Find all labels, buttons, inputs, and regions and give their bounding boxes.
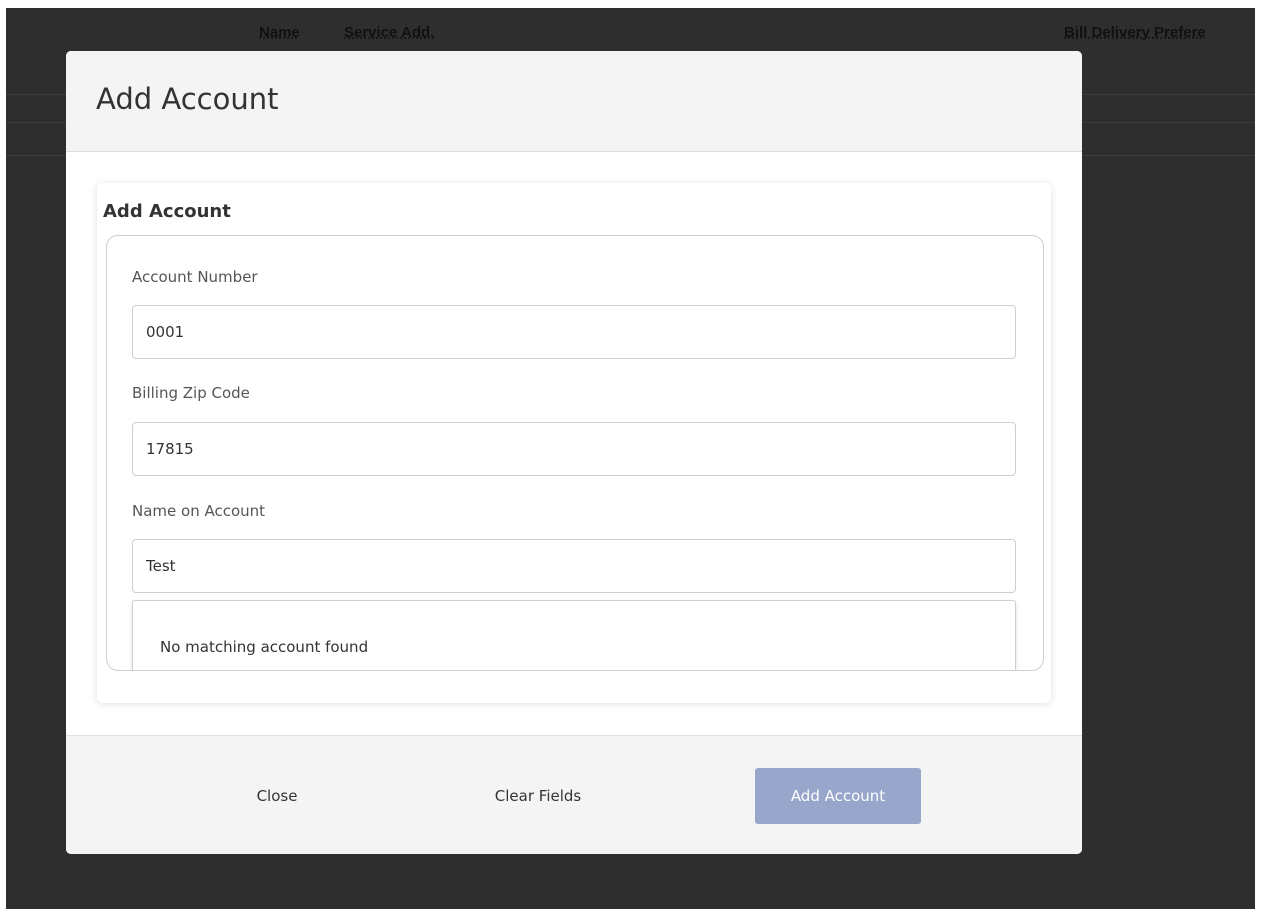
close-button[interactable]: Close <box>227 768 327 824</box>
account-number-label: Account Number <box>132 268 258 286</box>
modal-overlay: Name Service Add. Bill Delivery Prefere … <box>6 8 1255 909</box>
no-match-message: No matching account found <box>160 638 369 656</box>
modal-title: Add Account <box>96 82 279 116</box>
name-on-account-label: Name on Account <box>132 502 266 520</box>
name-on-account-input[interactable] <box>132 539 1016 593</box>
modal-footer: Close Clear Fields Add Account <box>66 735 1082 854</box>
table-header: Name Service Add. Bill Delivery Prefere <box>6 8 1255 56</box>
column-header-service-address[interactable]: Service Add. <box>344 24 434 41</box>
billing-zip-input[interactable] <box>132 422 1016 476</box>
column-header-name[interactable]: Name <box>259 24 300 41</box>
autocomplete-dropdown: No matching account found <box>132 600 1016 670</box>
billing-zip-label: Billing Zip Code <box>132 384 250 402</box>
add-account-button[interactable]: Add Account <box>755 768 921 824</box>
add-account-modal: Add Account Add Account Account Number B… <box>66 51 1082 854</box>
clear-fields-button[interactable]: Clear Fields <box>466 768 610 824</box>
modal-header: Add Account <box>66 51 1082 152</box>
account-form: Account Number Billing Zip Code Name on … <box>106 235 1044 671</box>
account-number-input[interactable] <box>132 305 1016 359</box>
add-account-card: Add Account Account Number Billing Zip C… <box>97 183 1051 703</box>
column-header-bill-delivery-preference[interactable]: Bill Delivery Prefere <box>1064 24 1206 41</box>
card-title: Add Account <box>103 201 231 222</box>
